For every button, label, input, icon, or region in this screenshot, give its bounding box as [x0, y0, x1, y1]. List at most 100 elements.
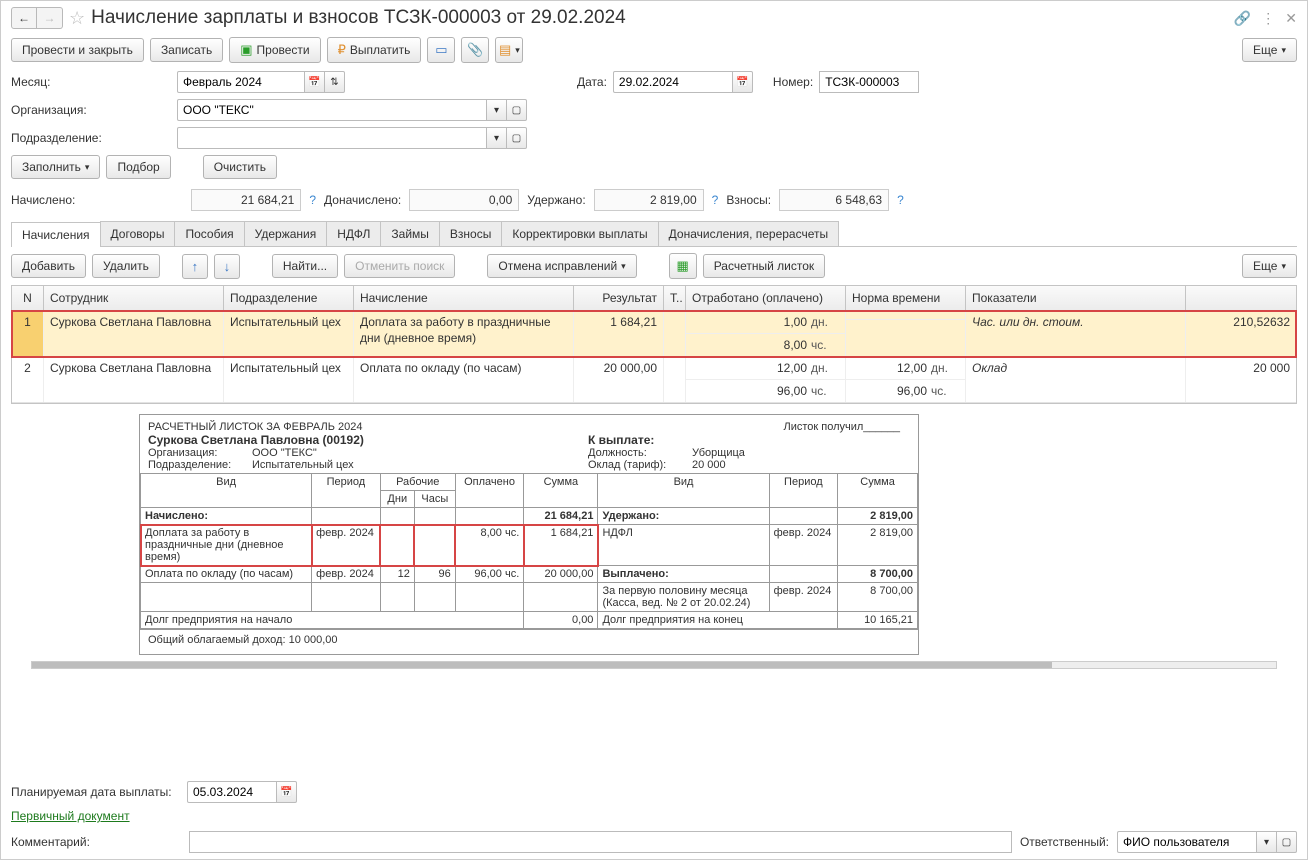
comment-input[interactable] [189, 831, 1012, 853]
calendar-icon[interactable]: 📅 [733, 71, 753, 93]
col-worked[interactable]: Отработано (оплачено) [686, 286, 846, 310]
kebab-menu-icon[interactable]: ⋮ [1261, 10, 1275, 27]
paydate-input[interactable] [187, 781, 277, 803]
fill-button[interactable]: Заполнить▾ [11, 155, 100, 179]
report-icon: ▭ [435, 42, 447, 58]
col-indval[interactable] [1186, 286, 1296, 310]
pay-icon: ₽ [338, 42, 346, 58]
sub-more-button[interactable]: Еще▾ [1242, 254, 1297, 278]
payslip: РАСЧЕТНЫЙ ЛИСТОК ЗА ФЕВРАЛЬ 2024 Листок … [139, 414, 919, 655]
tab-loans[interactable]: Займы [380, 221, 440, 246]
tab-corrections[interactable]: Корректировки выплаты [501, 221, 658, 246]
cancel-search-button[interactable]: Отменить поиск [344, 254, 455, 278]
responsible-label: Ответственный: [1020, 835, 1109, 849]
withheld-value: 2 819,00 [594, 189, 704, 211]
open-icon[interactable]: ▢ [507, 127, 527, 149]
spinner-icon[interactable]: ⇅ [325, 71, 345, 93]
tab-withholdings[interactable]: Удержания [244, 221, 328, 246]
col-indicators[interactable]: Показатели [966, 286, 1186, 310]
report-button[interactable]: ▭ [427, 37, 455, 63]
delete-row-button[interactable]: Удалить [92, 254, 160, 278]
pay-button[interactable]: ₽Выплатить [327, 37, 422, 63]
payslip-taxable: Общий облагаемый доход: 10 000,00 [140, 629, 918, 654]
accruals-grid: N Сотрудник Подразделение Начисление Рез… [11, 285, 1297, 404]
dropdown-icon[interactable]: ▾ [487, 99, 507, 121]
accrued-value: 21 684,21 [191, 189, 301, 211]
horizontal-scrollbar[interactable] [31, 661, 1277, 669]
clear-button[interactable]: Очистить [203, 155, 277, 179]
col-norm[interactable]: Норма времени [846, 286, 966, 310]
dept-label: Подразделение: [11, 131, 171, 145]
payslip-received: Листок получил______ [783, 421, 900, 433]
withheld-label: Удержано: [527, 193, 585, 207]
move-up-button[interactable]: ↑ [182, 254, 208, 279]
payslip-employee: Суркова Светлана Павловна (00192) [148, 433, 588, 447]
open-icon[interactable]: ▢ [507, 99, 527, 121]
primary-doc-link[interactable]: Первичный документ [11, 809, 130, 823]
org-label: Организация: [11, 103, 171, 117]
tab-benefits[interactable]: Пособия [174, 221, 244, 246]
calendar-icon[interactable]: 📅 [305, 71, 325, 93]
date-input[interactable] [613, 71, 733, 93]
org-input[interactable] [177, 99, 487, 121]
post-button[interactable]: ▣Провести [229, 37, 320, 63]
number-label: Номер: [773, 75, 813, 89]
tab-contracts[interactable]: Договоры [100, 221, 176, 246]
recalc-value: 0,00 [409, 189, 519, 211]
nav-back-button[interactable]: ← [11, 7, 37, 29]
more-button[interactable]: Еще▾ [1242, 38, 1297, 62]
tabs: Начисления Договоры Пособия Удержания НД… [11, 221, 1297, 247]
col-employee[interactable]: Сотрудник [44, 286, 224, 310]
contrib-value: 6 548,63 [779, 189, 889, 211]
save-button[interactable]: Записать [150, 38, 223, 62]
arrow-down-icon: ↓ [224, 259, 231, 274]
move-down-button[interactable]: ↓ [214, 254, 240, 279]
col-t[interactable]: Т.. [664, 286, 686, 310]
table-row[interactable]: 1 Суркова Светлана Павловна Испытательны… [12, 311, 1296, 357]
payslip-title: РАСЧЕТНЫЙ ЛИСТОК ЗА ФЕВРАЛЬ 2024 [148, 421, 362, 433]
responsible-input[interactable] [1117, 831, 1257, 853]
accrued-label: Начислено: [11, 193, 75, 207]
add-row-button[interactable]: Добавить [11, 254, 86, 278]
calendar-icon[interactable]: 📅 [277, 781, 297, 803]
close-icon[interactable]: ✕ [1285, 10, 1297, 27]
col-accrual[interactable]: Начисление [354, 286, 574, 310]
tab-ndfl[interactable]: НДФЛ [326, 221, 381, 246]
post-icon: ▣ [240, 42, 252, 58]
help-icon[interactable]: ? [712, 193, 719, 207]
col-n[interactable]: N [12, 286, 44, 310]
table-icon: ▦ [677, 258, 689, 274]
help-icon[interactable]: ? [897, 193, 904, 207]
payslip-table: Вид Период Рабочие Оплачено Сумма Вид Пе… [140, 473, 918, 629]
select-button[interactable]: Подбор [106, 155, 170, 179]
recalc-label: Доначислено: [324, 193, 401, 207]
find-button[interactable]: Найти... [272, 254, 338, 278]
post-and-close-button[interactable]: Провести и закрыть [11, 38, 144, 62]
cancel-fix-button[interactable]: Отмена исправлений▾ [487, 254, 636, 278]
col-dept[interactable]: Подразделение [224, 286, 354, 310]
nav-forward-button[interactable]: → [37, 7, 63, 29]
attach-button[interactable]: 📎 [461, 37, 489, 63]
folder-icon: ▤ [499, 42, 511, 58]
payslip-button[interactable]: Расчетный листок [703, 254, 825, 278]
link-icon[interactable]: 🔗 [1234, 10, 1251, 27]
grid-settings-button[interactable]: ▦ [669, 253, 697, 279]
payslip-pay-label: К выплате: [588, 433, 910, 447]
month-label: Месяц: [11, 75, 171, 89]
table-row[interactable]: 2 Суркова Светлана Павловна Испытательны… [12, 357, 1296, 403]
dropdown-icon[interactable]: ▾ [1257, 831, 1277, 853]
help-icon[interactable]: ? [309, 193, 316, 207]
clip-icon: 📎 [467, 42, 483, 58]
dropdown-icon[interactable]: ▾ [487, 127, 507, 149]
open-icon[interactable]: ▢ [1277, 831, 1297, 853]
dept-input[interactable] [177, 127, 487, 149]
favorite-icon[interactable]: ☆ [69, 8, 85, 29]
page-title: Начисление зарплаты и взносов ТСЗК-00000… [91, 7, 626, 29]
month-input[interactable] [177, 71, 305, 93]
tab-accruals[interactable]: Начисления [11, 222, 101, 247]
tab-recalcs[interactable]: Доначисления, перерасчеты [658, 221, 839, 246]
col-result[interactable]: Результат [574, 286, 664, 310]
tab-contribs[interactable]: Взносы [439, 221, 502, 246]
number-input[interactable] [819, 71, 919, 93]
misc-button[interactable]: ▤▾ [495, 37, 523, 63]
